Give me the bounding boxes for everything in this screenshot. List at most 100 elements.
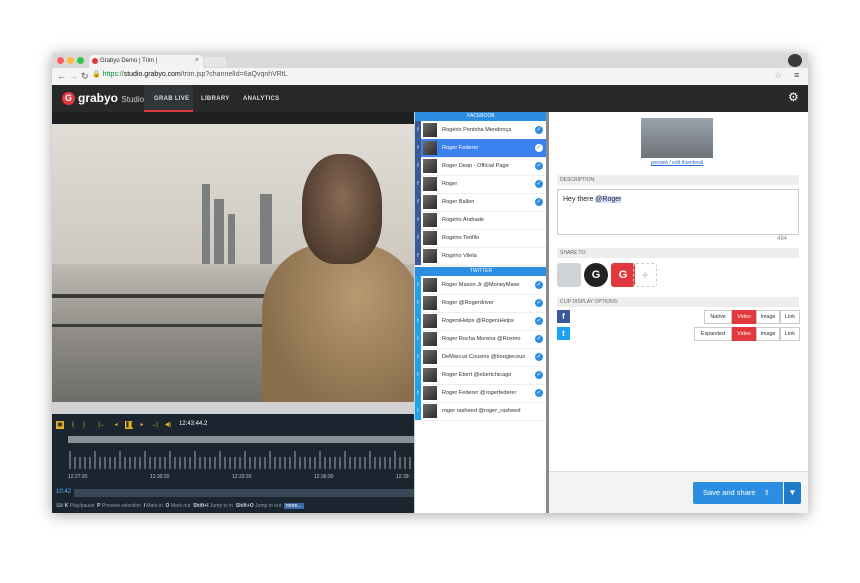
facebook-account-row[interactable]: f Roger Dean - Official Page ✓ [415, 157, 547, 176]
avatar [423, 368, 437, 382]
step-back-icon[interactable]: ◂ [112, 421, 120, 429]
twitter-section-header: TWITTER [415, 267, 547, 276]
twitter-account-row[interactable]: t Roger Rocha Moreira @Roxmo ✓ [415, 330, 547, 349]
twitter-icon: t [415, 402, 421, 420]
facebook-account-row[interactable]: f Roger Federer ✓ [415, 139, 547, 158]
tw-option-expanded[interactable]: Expanded [694, 327, 732, 341]
scroll-bar[interactable] [74, 489, 414, 497]
image-capture-icon[interactable]: ▣ [56, 421, 64, 429]
video-player[interactable] [52, 124, 414, 402]
tw-option-video[interactable]: Video [732, 327, 756, 341]
nav-library[interactable]: LIBRARY [201, 96, 230, 102]
timeline-ticks[interactable] [68, 449, 416, 471]
twitter-account-row[interactable]: t roger rasheed @roger_rasheed [415, 402, 547, 421]
account-name: Roger @Rogerdriver [442, 300, 494, 306]
nav-grab-live[interactable]: GRAB LIVE [154, 96, 189, 102]
step-forward-icon[interactable]: ▸ [138, 421, 146, 429]
profile-avatar[interactable] [788, 54, 802, 67]
brand-suffix: Studio [121, 95, 145, 104]
tw-option-link[interactable]: Link [780, 327, 800, 341]
minimize-window-icon[interactable] [67, 57, 74, 64]
description-textarea[interactable]: Hey there @Roger [557, 189, 799, 235]
facebook-account-row[interactable]: f Rogério Vilela [415, 247, 547, 266]
jump-end-icon[interactable]: →| [150, 421, 158, 429]
new-tab-button[interactable] [204, 57, 226, 67]
hint-text: Play/pause [69, 503, 95, 509]
forward-arrow-icon[interactable]: → [69, 71, 78, 81]
twitter-account-row[interactable]: t RogersHelps @RogersHelps ✓ [415, 312, 547, 331]
back-arrow-icon[interactable]: ← [57, 71, 66, 81]
video-seek-bar[interactable] [52, 402, 414, 414]
jump-start-icon[interactable]: |← [98, 421, 106, 429]
facebook-account-row[interactable]: f Rogério Peninha Mendonça ✓ [415, 121, 547, 140]
hint-text: Jump to in [209, 503, 233, 509]
avatar [423, 141, 437, 155]
fb-option-link[interactable]: Link [780, 310, 800, 324]
save-options-dropdown[interactable]: ▼ [784, 482, 801, 504]
tab-close-icon[interactable]: × [195, 57, 199, 64]
add-account-button[interactable]: + [633, 263, 657, 287]
clip-thumbnail[interactable] [641, 118, 713, 158]
grabyo-red-account-icon[interactable]: G [611, 263, 635, 287]
twitter-account-row[interactable]: t Roger @Rogerdriver ✓ [415, 294, 547, 313]
clip-display-label: CLIP DISPLAY OPTIONS: [557, 297, 799, 307]
hint-text: Mark in [146, 503, 163, 509]
verified-check-icon: ✓ [535, 299, 543, 307]
keyboard-hints: ⌨ K Play/pause P Preview selection I Mar… [56, 503, 304, 509]
avatar [423, 296, 437, 310]
save-and-share-button[interactable]: Save and share ⇪ [693, 482, 783, 504]
grabyo-account-icon[interactable]: G [584, 263, 608, 287]
account-name: Rogério Vilela [442, 253, 477, 259]
account-name: Rogério Andrade [442, 217, 484, 223]
account-name: Roger Federer [442, 145, 479, 151]
maximize-window-icon[interactable] [77, 57, 84, 64]
mark-in-icon[interactable]: { [69, 421, 77, 429]
facebook-section-header: FACEBOOK [415, 112, 547, 121]
url-scheme: https:// [102, 71, 124, 78]
fb-option-native[interactable]: Native [704, 310, 732, 324]
share-to-label: SHARE TO: [557, 248, 799, 258]
nav-analytics[interactable]: ANALYTICS [243, 96, 279, 102]
char-count: 484 [777, 236, 788, 242]
app-header: G grabyo Studio GRAB LIVE LIBRARY ANALYT… [52, 85, 808, 112]
twitter-account-row[interactable]: t Roger Mason Jr @MoneyMase ✓ [415, 276, 547, 295]
twitter-account-row[interactable]: t Roger Ebert @ebertchicago ✓ [415, 366, 547, 385]
tick-label: 12:36:20 [314, 474, 334, 480]
browser-tab[interactable]: Grabyo Demo | Trim | × [89, 55, 203, 68]
facebook-icon: f [415, 175, 421, 193]
twitter-icon: t [415, 276, 421, 294]
gear-icon[interactable]: ⚙ [788, 90, 799, 104]
twitter-account-row[interactable]: t DeMarcus Cousins @boogiecous ✓ [415, 348, 547, 367]
more-hints-link[interactable]: more... [283, 503, 304, 509]
fb-option-video[interactable]: Video [732, 310, 756, 324]
verified-check-icon: ✓ [535, 198, 543, 206]
url-field[interactable]: 🔒 https://studio.grabyo.com/trim.jsp?cha… [92, 70, 772, 82]
account-name: Roger Ebert @ebertchicago [442, 372, 512, 378]
facebook-account-row[interactable]: f Rogério Teófilo [415, 229, 547, 248]
twitter-icon: t [557, 327, 570, 340]
url-host: studio.grabyo.com [123, 71, 181, 78]
mark-out-icon[interactable]: } [80, 421, 88, 429]
facebook-account-row[interactable]: f Roger Ballen ✓ [415, 193, 547, 212]
close-window-icon[interactable] [57, 57, 64, 64]
avatar [423, 195, 437, 209]
fb-option-image[interactable]: Image [756, 310, 780, 324]
facebook-account-row[interactable]: f Roger ✓ [415, 175, 547, 194]
volume-icon[interactable]: ◀) [164, 421, 172, 429]
account-avatar-1[interactable] [557, 263, 581, 287]
url-path: /trim.jsp?channelId=6aQvqnhVRtL [180, 71, 288, 78]
reload-icon[interactable]: ↻ [81, 71, 89, 82]
tw-option-image[interactable]: Image [756, 327, 780, 341]
edit-thumbnail-link[interactable]: preview / edit thumbnail [641, 160, 713, 166]
bookmark-star-icon[interactable]: ☆ [774, 70, 782, 81]
selection-bar[interactable] [68, 436, 414, 443]
avatar [423, 159, 437, 173]
facebook-account-row[interactable]: f Rogério Andrade [415, 211, 547, 230]
twitter-account-row[interactable]: t Roger Federer @rogerfederer ✓ [415, 384, 547, 403]
timeline-ticks-svg [69, 451, 416, 469]
video-top-bar [52, 112, 414, 124]
pause-icon[interactable]: ❚❚ [125, 421, 135, 429]
facebook-icon: f [415, 247, 421, 265]
menu-icon[interactable]: ≡ [794, 70, 799, 80]
description-text: Hey there [563, 196, 596, 203]
